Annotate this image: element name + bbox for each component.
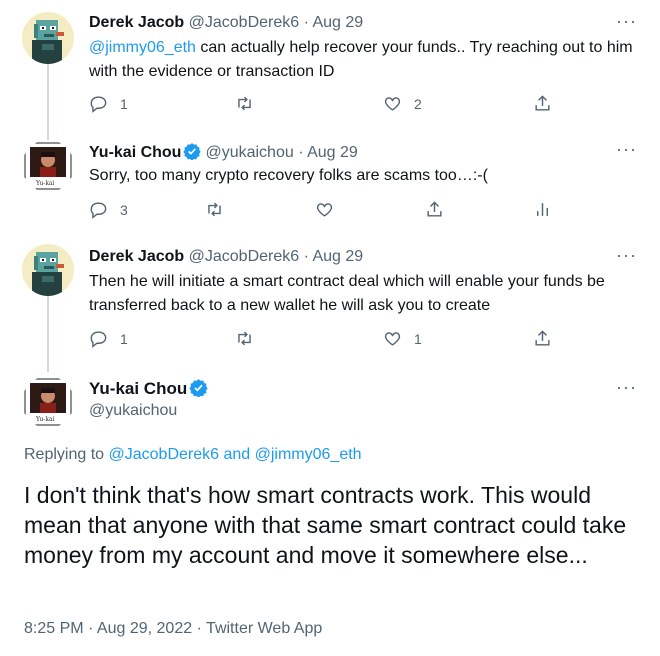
tweet-date[interactable]: Aug 29 <box>312 248 363 265</box>
reply-button[interactable]: 1 <box>89 94 128 113</box>
action-bar: 1 1 <box>89 329 569 353</box>
reply-icon <box>90 96 107 113</box>
reply-button[interactable]: 1 <box>89 329 128 348</box>
like-icon <box>384 97 401 111</box>
avatar-caption: Yu-kai <box>36 416 55 423</box>
retweet-button[interactable] <box>235 329 266 348</box>
avatar[interactable] <box>22 244 74 296</box>
author-name-row: Yu-kai Chou <box>89 378 212 399</box>
reply-icon <box>90 202 107 219</box>
author-name[interactable]: Derek Jacob <box>89 14 184 31</box>
reply-icon <box>90 331 107 348</box>
more-icon[interactable]: ··· <box>616 12 636 36</box>
like-count: 2 <box>414 95 422 112</box>
more-icon[interactable]: ··· <box>616 246 636 270</box>
reply-count: 1 <box>120 95 128 112</box>
author-handle[interactable]: @yukaichou <box>89 402 177 420</box>
action-bar: 1 2 <box>89 94 569 118</box>
avatar[interactable]: Yu-kai <box>22 140 74 192</box>
analytics-button[interactable] <box>533 200 564 219</box>
reply-tweet-2[interactable]: Yu-kai Yu-kai Chou @yukaichou · Aug 29 ··… <box>0 132 660 236</box>
more-icon[interactable]: ··· <box>616 140 636 164</box>
share-button[interactable] <box>533 94 564 113</box>
replying-label: Replying to <box>24 446 105 463</box>
reply-button[interactable]: 3 <box>89 200 128 219</box>
like-button[interactable] <box>315 200 346 219</box>
author-name[interactable]: Yu-kai Chou <box>89 379 187 398</box>
author-handle[interactable]: @JacobDerek6 <box>189 14 300 31</box>
retweet-icon <box>238 331 251 346</box>
share-icon <box>427 201 442 217</box>
retweet-button[interactable] <box>205 200 236 219</box>
tweet-text: @jimmy06_eth can actually help recover y… <box>89 36 637 84</box>
retweet-icon <box>208 202 221 217</box>
reply-count: 3 <box>120 201 128 218</box>
tweet-header: Derek Jacob @JacobDerek6 · Aug 29 <box>89 14 363 32</box>
author-name[interactable]: Derek Jacob <box>89 248 184 265</box>
tweet-header: Derek Jacob @JacobDerek6 · Aug 29 <box>89 248 363 266</box>
reply-tweet-1[interactable]: Derek Jacob @JacobDerek6 · Aug 29 ··· @j… <box>0 0 660 132</box>
verified-badge-icon <box>189 379 208 397</box>
share-button[interactable] <box>425 200 456 219</box>
replying-to: Replying to @JacobDerek6 and @jimmy06_et… <box>24 446 362 464</box>
mention-link[interactable]: @jimmy06_eth <box>89 39 196 56</box>
share-button[interactable] <box>533 329 564 348</box>
avatar[interactable]: Yu-kai <box>22 376 74 428</box>
like-button[interactable]: 1 <box>383 329 422 348</box>
tweet-date[interactable]: Aug 29 <box>312 14 363 31</box>
share-icon <box>535 330 550 346</box>
mention-link[interactable]: @jimmy06_eth <box>255 446 362 463</box>
reply-count: 1 <box>120 330 128 347</box>
like-icon <box>384 332 401 346</box>
verified-badge-icon <box>183 143 202 160</box>
retweet-button[interactable] <box>235 94 266 113</box>
author-name[interactable]: Yu-kai Chou <box>89 144 181 161</box>
tweet-header: Yu-kai Chou @yukaichou · Aug 29 <box>89 142 358 162</box>
tweet-timestamp[interactable]: 8:25 PM · Aug 29, 2022 · Twitter Web App <box>24 620 322 638</box>
author-handle[interactable]: @yukaichou <box>205 144 293 161</box>
author-handle[interactable]: @JacobDerek6 <box>189 248 300 265</box>
like-button[interactable]: 2 <box>383 94 422 113</box>
mention-link[interactable]: @JacobDerek6 <box>109 446 220 463</box>
tweet-text: Sorry, too many crypto recovery folks ar… <box>89 167 488 184</box>
like-count: 1 <box>414 330 422 347</box>
avatar-caption: Yu-kai <box>36 180 55 187</box>
retweet-icon <box>238 96 251 111</box>
separator: · <box>298 144 304 161</box>
separator: · <box>303 248 309 265</box>
avatar[interactable] <box>22 12 74 64</box>
reply-tweet-3[interactable]: Derek Jacob @JacobDerek6 · Aug 29 ··· Th… <box>0 236 660 364</box>
analytics-icon <box>537 203 548 216</box>
share-icon <box>535 95 550 111</box>
more-icon[interactable]: ··· <box>616 378 636 402</box>
separator: · <box>303 14 309 31</box>
replying-and: and <box>223 446 251 463</box>
tweet-date[interactable]: Aug 29 <box>307 144 358 161</box>
main-tweet: Yu-kai Yu-kai Chou @yukaichou ··· Replyi… <box>0 364 660 656</box>
action-bar: 3 <box>89 200 569 224</box>
tweet-text: Then he will initiate a smart contract d… <box>89 273 605 314</box>
main-tweet-text: I don't think that's how smart contracts… <box>24 482 627 568</box>
like-icon <box>316 203 333 217</box>
